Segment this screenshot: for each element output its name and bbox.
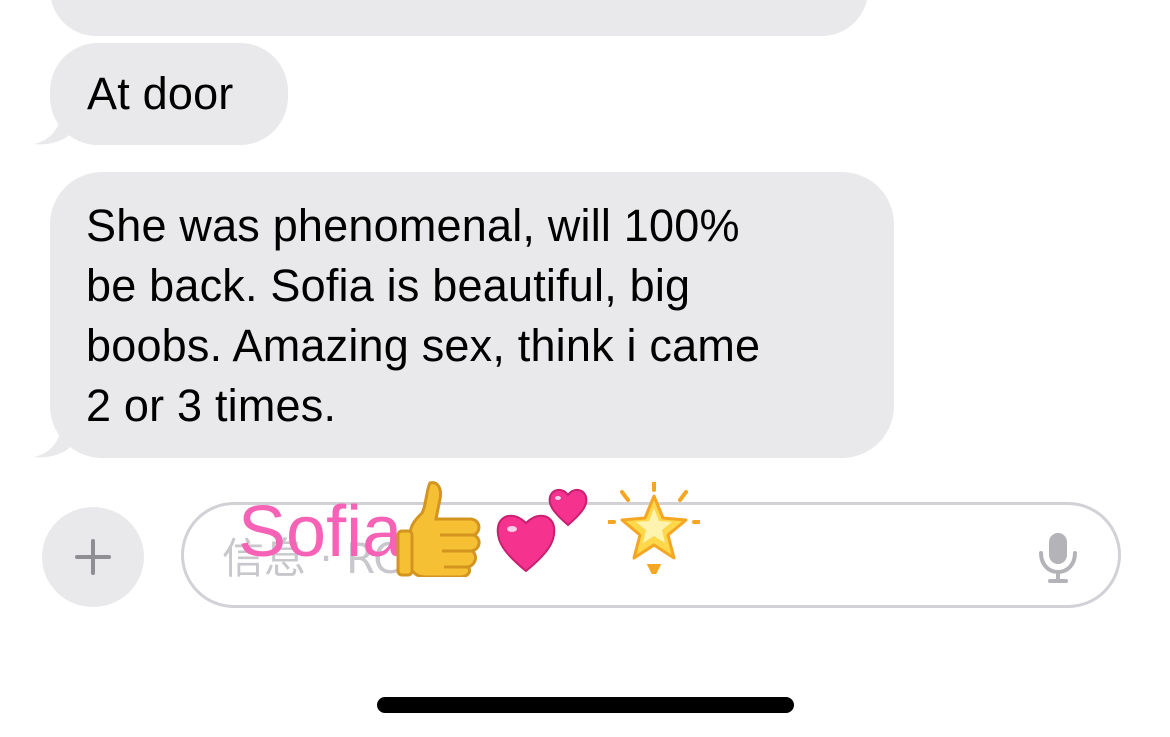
dictation-button[interactable] [1036,531,1080,585]
message-text: at 12 floor [86,0,288,10]
message-input[interactable] [220,529,1024,587]
message-bubble-received: She was phenomenal, will 100% be back. S… [50,172,894,458]
home-indicator[interactable] [377,697,794,713]
bubble-tail-icon [34,419,72,458]
message-text: At door [87,68,234,119]
messages-screen: at 12 floor At door She was phenomenal, … [0,0,1170,737]
message-input-container[interactable] [181,502,1121,608]
message-line: boobs. Amazing sex, think i came [86,320,761,371]
plus-icon [75,539,111,575]
microphone-icon [1039,533,1077,583]
message-line: She was phenomenal, will 100% [86,200,740,251]
message-composer [0,490,1170,620]
message-bubble-received: at 12 floor [50,0,868,36]
message-bubble-received: At door [50,43,288,145]
bubble-tail-icon [34,106,72,145]
message-line: be back. Sofia is beautiful, big [86,260,691,311]
message-line: 2 or 3 times. [86,380,337,431]
add-attachment-button[interactable] [42,507,144,607]
